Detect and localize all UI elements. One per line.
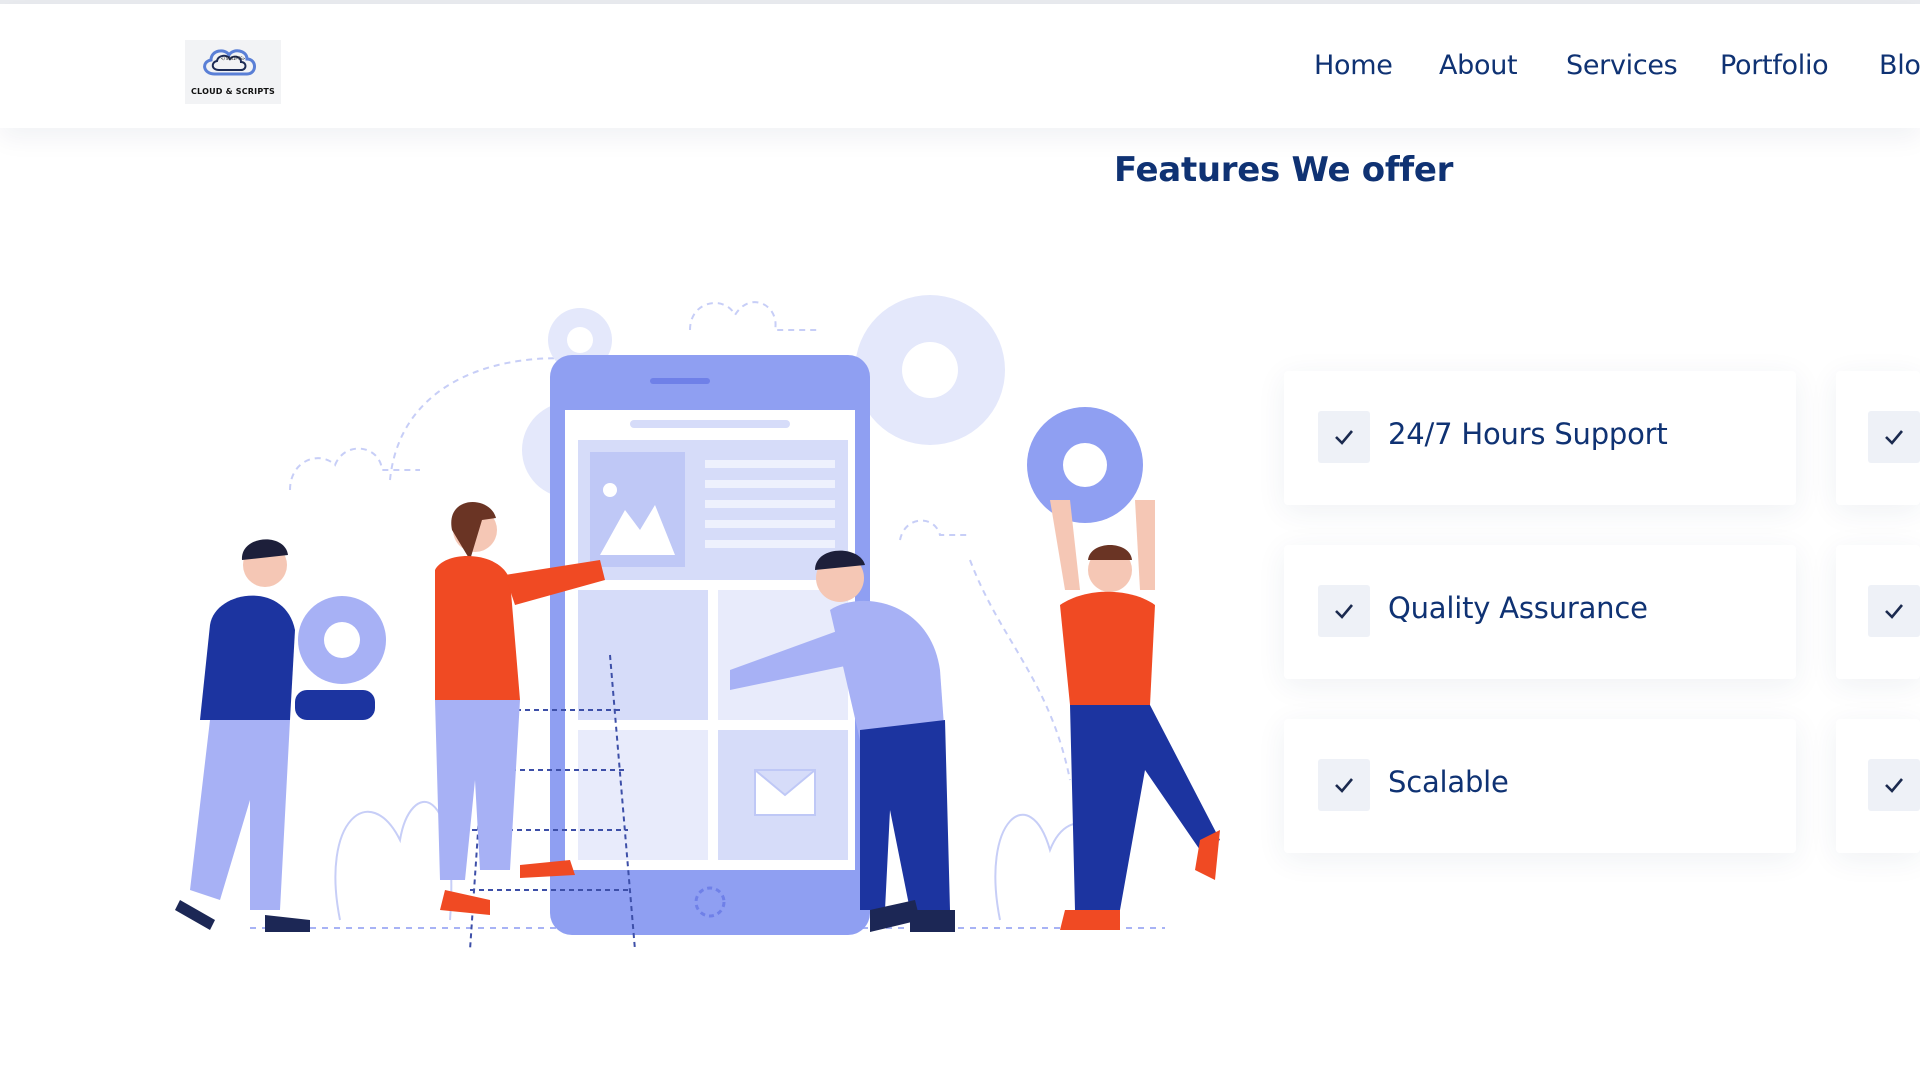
navbar: </SCRIPTS> CLOUD & SCRIPTS Home About Se… (0, 4, 1920, 128)
feature-card-partial (1836, 371, 1920, 505)
nav-about[interactable]: About (1439, 50, 1518, 81)
feature-label: Quality Assurance (1388, 591, 1648, 625)
logo-inner-text: </SCRIPTS> (220, 56, 246, 61)
cloud-logo-icon (203, 49, 256, 76)
nav-home[interactable]: Home (1314, 50, 1393, 81)
feature-card: Quality Assurance (1284, 545, 1796, 679)
features-title: Features We offer (1114, 150, 1454, 190)
feature-label: 24/7 Hours Support (1388, 417, 1668, 451)
feature-card-partial (1836, 545, 1920, 679)
logo-text: CLOUD & SCRIPTS (190, 87, 276, 96)
feature-card-partial (1836, 719, 1920, 853)
check-icon (1318, 411, 1370, 463)
feature-label: Scalable (1388, 765, 1509, 799)
team-app-illustration (175, 295, 1220, 951)
nav-services[interactable]: Services (1566, 50, 1678, 81)
feature-card: 24/7 Hours Support (1284, 371, 1796, 505)
check-icon (1868, 759, 1920, 811)
check-icon (1868, 585, 1920, 637)
nav-blog[interactable]: Blo (1879, 50, 1920, 81)
check-icon (1318, 759, 1370, 811)
nav-portfolio[interactable]: Portfolio (1720, 50, 1829, 81)
check-icon (1318, 585, 1370, 637)
feature-card: Scalable (1284, 719, 1796, 853)
check-icon (1868, 411, 1920, 463)
site-logo[interactable]: </SCRIPTS> CLOUD & SCRIPTS (185, 40, 281, 104)
